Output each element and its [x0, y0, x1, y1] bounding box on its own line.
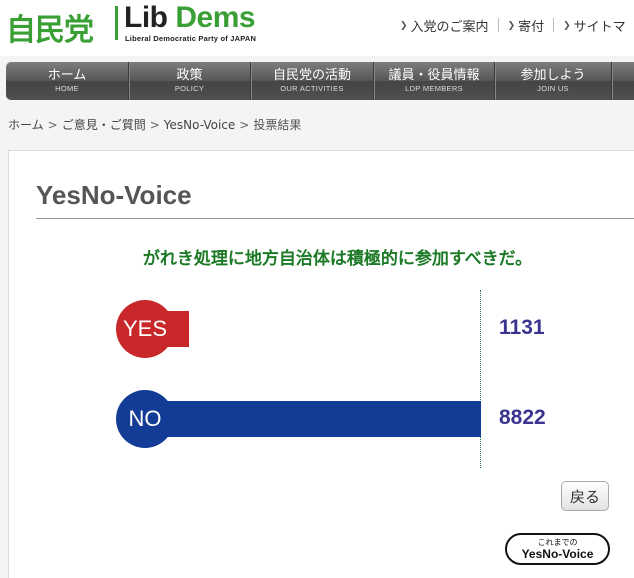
nav-label-en: POLICY — [174, 84, 205, 93]
nav-label-jp: 政策 — [176, 68, 203, 83]
nav-label-en: LDP MEMBERS — [405, 84, 463, 93]
max-reference-line — [480, 290, 481, 468]
nav-item-policy[interactable]: 政策 POLICY — [129, 62, 251, 100]
breadcrumb-current: 投票結果 — [253, 118, 302, 132]
nav-label-en: OUR ACTIVITIES — [280, 84, 344, 93]
nav-item-members[interactable]: 議員・役員情報 LDP MEMBERS — [374, 62, 495, 100]
site-header: 自民党 Lib Dems Liberal Democratic Party of… — [0, 0, 634, 56]
nav-label-en: HOME — [55, 84, 79, 93]
archive-button-caption: これまでの — [537, 537, 578, 547]
vote-count-yes: 1131 — [499, 316, 545, 339]
top-link-sitemap[interactable]: ❯ サイトマ — [563, 16, 626, 35]
nav-item-activities[interactable]: 自民党の活動 OUR ACTIVITIES — [251, 62, 374, 100]
breadcrumb: ホーム > ご意見・ご質問 > YesNo-Voice > 投票結果 — [8, 116, 301, 133]
bar-label-yes: YES — [116, 300, 174, 358]
chevron-right-icon: ❯ — [507, 20, 516, 31]
content-panel — [8, 150, 634, 578]
archive-button[interactable]: これまでの YesNo-Voice — [505, 533, 610, 565]
nav-item-home[interactable]: ホーム HOME — [6, 62, 129, 100]
archive-button-label: YesNo-Voice — [521, 546, 594, 561]
logo-en-accent: Dems — [175, 1, 256, 34]
top-link-label: サイトマ — [573, 20, 626, 35]
top-link-join[interactable]: ❯ 入党のご案内 — [400, 16, 489, 35]
main-nav: ホーム HOME 政策 POLICY 自民党の活動 OUR ACTIVITIES… — [6, 62, 634, 100]
breadcrumb-separator: > — [47, 118, 58, 132]
vote-count-no: 8822 — [499, 406, 546, 429]
top-link-label: 入党のご案内 — [410, 20, 489, 35]
nav-label-jp: 自民党の活動 — [272, 68, 351, 83]
breadcrumb-feedback[interactable]: ご意見・ご質問 — [62, 118, 146, 132]
logo-en[interactable]: Lib Dems — [124, 1, 256, 35]
breadcrumb-home[interactable]: ホーム — [8, 118, 44, 132]
logo-en-main: Lib — [124, 1, 168, 34]
back-button[interactable]: 戻る — [561, 481, 609, 511]
chevron-right-icon: ❯ — [400, 20, 408, 31]
logo-jp[interactable]: 自民党 — [6, 5, 94, 49]
bar-fill-no — [146, 401, 481, 437]
logo-divider — [115, 6, 118, 40]
breadcrumb-separator: > — [239, 118, 250, 132]
top-links: ❯ 入党のご案内 ❯ 寄付 ❯ サイトマ — [400, 16, 626, 35]
nav-label-jp: ホーム — [47, 68, 87, 83]
top-link-label: 寄付 — [518, 20, 545, 35]
page-title: YesNo-Voice — [36, 180, 192, 210]
poll-question: がれき処理に地方自治体は積極的に参加すべきだ。 — [142, 249, 533, 269]
top-link-donate[interactable]: ❯ 寄付 — [508, 16, 545, 35]
logo-subtitle: Liberal Democratic Party of JAPAN — [125, 34, 257, 43]
chevron-right-icon: ❯ — [563, 20, 571, 31]
nav-label-jp: 参加しよう — [520, 68, 586, 83]
nav-label-jp: 議員・役員情報 — [388, 68, 480, 83]
nav-label-en: JOIN US — [537, 84, 569, 93]
title-divider — [36, 218, 634, 219]
bar-label-no: NO — [116, 390, 174, 448]
breadcrumb-yesno[interactable]: YesNo-Voice — [164, 118, 235, 132]
divider — [497, 18, 499, 32]
nav-item-join[interactable]: 参加しよう JOIN US — [495, 62, 612, 100]
divider — [553, 18, 555, 32]
breadcrumb-separator: > — [149, 118, 160, 132]
